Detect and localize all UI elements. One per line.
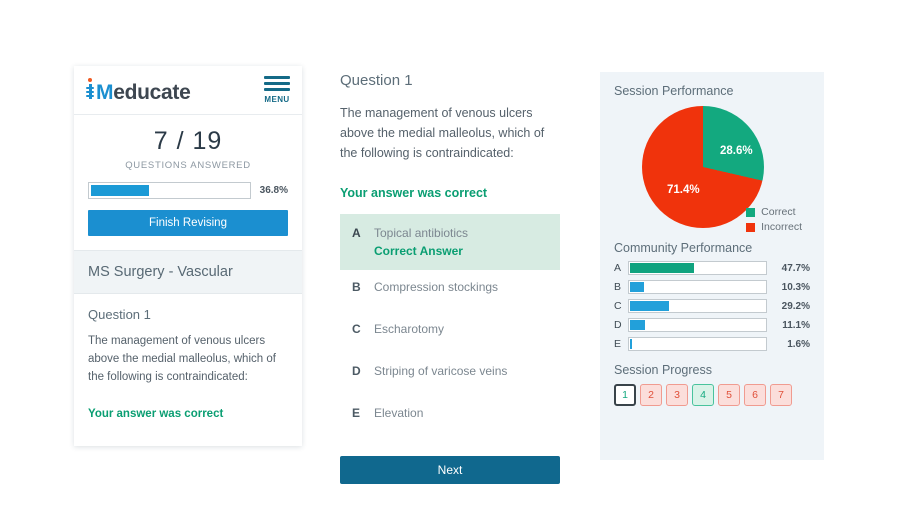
option-text: Compression stockings (374, 280, 499, 294)
community-bar-letter: A (614, 262, 622, 274)
score-label: QUESTIONS ANSWERED (125, 160, 251, 171)
pie-label-correct: 28.6% (720, 145, 753, 157)
progress-box[interactable]: 5 (718, 384, 740, 406)
legend-label: Incorrect (761, 221, 802, 233)
answer-option[interactable]: A Topical antibiotics Correct Answer (340, 214, 560, 270)
correct-answer-label: Correct Answer (374, 244, 463, 258)
option-text: Escharotomy (374, 322, 445, 336)
option-body: Compression stockings (374, 280, 498, 294)
legend-item: Correct (746, 206, 802, 218)
progress-percent-label: 36.8% (259, 185, 288, 196)
pie-label-incorrect: 71.4% (667, 184, 700, 196)
score-value: 7 / 19 (153, 127, 223, 155)
legend-swatch-icon (746, 207, 756, 217)
community-bar-percent: 10.3% (781, 281, 810, 293)
logo-rest: educate (113, 80, 191, 104)
hamburger-bar (264, 82, 290, 85)
questions-answered-section: 7 / 19 QUESTIONS ANSWERED 36.8% Finish R… (74, 115, 302, 250)
community-performance-title: Community Performance (614, 241, 753, 255)
progress-box[interactable]: 2 (640, 384, 662, 406)
progress-box[interactable]: 3 (666, 384, 688, 406)
option-letter: E (352, 406, 361, 420)
option-body: Striping of varicose veins (374, 364, 507, 378)
community-bar-fill (630, 320, 645, 330)
community-bar-track (628, 280, 767, 294)
progress-row: 36.8% (88, 182, 288, 199)
community-bar-track (628, 261, 767, 275)
session-performance-chart: 28.6% 71.4% Correct Incorrect (614, 102, 810, 235)
community-bar-letter: E (614, 338, 622, 350)
menu-label: MENU (264, 95, 290, 104)
question-text: The management of venous ulcers above th… (340, 106, 545, 160)
logo-m: M (96, 80, 114, 104)
progress-box[interactable]: 7 (770, 384, 792, 406)
pie-legend: Correct Incorrect (746, 206, 802, 233)
progress-box[interactable]: 1 (614, 384, 636, 406)
community-bar-fill (630, 339, 633, 349)
community-bar-row: C 29.2% (614, 299, 810, 313)
legend-label: Correct (761, 206, 796, 218)
hamburger-bar (264, 76, 290, 79)
session-progress-title: Session Progress (614, 363, 712, 377)
option-body: Escharotomy (374, 322, 444, 336)
answer-options-list: A Topical antibiotics Correct Answer B Compr… (340, 214, 560, 438)
community-bar-letter: C (614, 300, 622, 312)
option-letter: A (352, 226, 361, 240)
mobile-header: M educate MENU (74, 66, 302, 115)
community-bar-row: D 11.1% (614, 318, 810, 332)
subject-title: MS Surgery - Vascular (74, 250, 302, 294)
answer-option[interactable]: C Escharotomy (340, 312, 560, 354)
community-bar-fill (630, 282, 644, 292)
progress-box[interactable]: 4 (692, 384, 714, 406)
question-text: The management of venous ulcers above th… (88, 335, 276, 383)
option-text: Topical antibiotics (374, 226, 469, 240)
legend-swatch-icon (746, 222, 756, 232)
community-bar-row: E 1.6% (614, 337, 810, 351)
stats-sidebar: Session Performance 28.6% 71.4% Correct I… (600, 72, 824, 460)
question-number: Question 1 (340, 72, 413, 89)
community-bar-track (628, 318, 767, 332)
option-letter: D (352, 364, 361, 378)
caduceus-icon (85, 77, 96, 99)
community-bar-letter: D (614, 319, 622, 331)
session-progress-boxes: 1234567 (614, 384, 810, 406)
imeducate-logo: M educate (85, 77, 191, 104)
community-bar-percent: 29.2% (781, 300, 810, 312)
community-bar-track (628, 299, 767, 313)
finish-revising-button[interactable]: Finish Revising (88, 210, 288, 236)
next-button[interactable]: Next (340, 456, 560, 484)
community-bar-row: B 10.3% (614, 280, 810, 294)
community-bar-percent: 47.7% (781, 262, 810, 274)
progress-bar-fill (91, 185, 149, 196)
option-text: Elevation (374, 406, 424, 420)
community-bar-percent: 11.1% (782, 319, 810, 331)
option-letter: C (352, 322, 361, 336)
session-performance-title: Session Performance (614, 84, 734, 98)
progress-bar-track (88, 182, 251, 199)
community-bar-track (628, 337, 767, 351)
community-bar-letter: B (614, 281, 622, 293)
answer-option[interactable]: D Striping of varicose veins (340, 354, 560, 396)
answer-option[interactable]: B Compression stockings (340, 270, 560, 312)
progress-box[interactable]: 6 (744, 384, 766, 406)
mobile-question-body: Question 1 The management of venous ulce… (74, 294, 302, 433)
option-body: Topical antibiotics Correct Answer (374, 226, 468, 258)
community-bar-row: A 47.7% (614, 261, 810, 275)
question-number: Question 1 (88, 307, 151, 322)
hamburger-icon[interactable]: MENU (264, 76, 290, 104)
hamburger-bar (264, 88, 290, 91)
community-bar-fill (630, 263, 695, 273)
legend-item: Incorrect (746, 221, 802, 233)
answer-feedback: Your answer was correct (88, 408, 224, 421)
answer-option[interactable]: E Elevation (340, 396, 560, 438)
community-bar-percent: 1.6% (787, 338, 810, 350)
answer-feedback: Your answer was correct (340, 186, 488, 200)
question-panel: Question 1 The management of venous ulce… (340, 72, 560, 484)
community-bar-fill (630, 301, 670, 311)
option-body: Elevation (374, 406, 423, 420)
community-performance-chart: A 47.7% B 10.3% C 29.2% D 11.1% E 1.6% (614, 261, 810, 351)
option-text: Striping of varicose veins (374, 364, 508, 378)
mobile-preview-panel: M educate MENU 7 / 19 QUESTIONS ANSWERED… (74, 66, 302, 446)
option-letter: B (352, 280, 361, 294)
